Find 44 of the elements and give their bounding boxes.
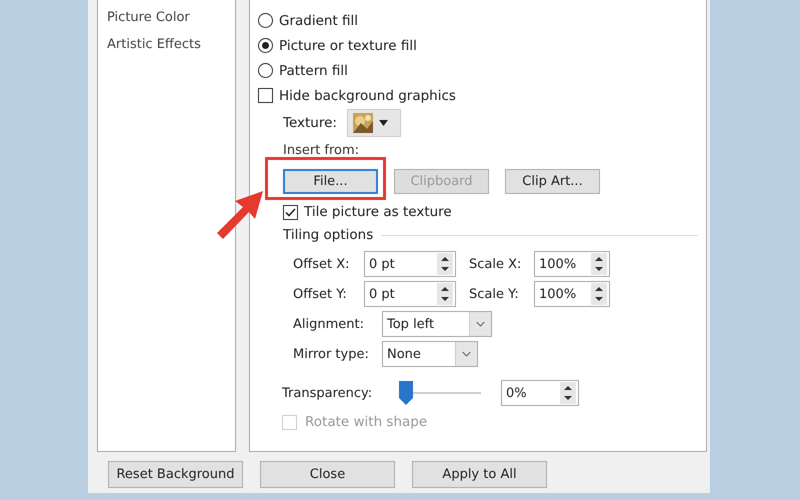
dropdown[interactable]: None bbox=[382, 341, 478, 367]
spinner-arrows-icon[interactable] bbox=[560, 382, 576, 404]
number-spinner[interactable]: 100% bbox=[534, 281, 610, 307]
option-label: Gradient fill bbox=[279, 12, 358, 28]
texture-picker[interactable] bbox=[346, 109, 401, 137]
number-spinner[interactable]: 0 pt bbox=[364, 281, 456, 307]
slider-thumb[interactable] bbox=[399, 381, 413, 405]
check-icon bbox=[285, 208, 296, 216]
spinner-arrows-icon[interactable] bbox=[591, 283, 607, 305]
insert-button[interactable]: Clip Art... bbox=[505, 169, 600, 194]
option-label: Picture or texture fill bbox=[279, 38, 417, 54]
spinner-arrows-icon[interactable] bbox=[437, 283, 453, 305]
option-label: Tile picture as texture bbox=[304, 204, 452, 220]
field-label: Scale Y: bbox=[469, 286, 520, 304]
option-label: Hide background graphics bbox=[279, 88, 456, 104]
field-label: Offset Y: bbox=[293, 286, 348, 304]
insert-from-label: Insert from: bbox=[283, 143, 360, 160]
option-label: Pattern fill bbox=[279, 62, 348, 78]
dropdown-arrow-icon bbox=[378, 120, 388, 126]
field-label: Alignment: bbox=[293, 316, 365, 334]
radio-button[interactable] bbox=[258, 13, 273, 28]
field-label: Offset X: bbox=[293, 256, 350, 274]
number-spinner[interactable]: 100% bbox=[534, 251, 610, 277]
category-item[interactable]: Picture Color bbox=[107, 10, 235, 25]
checkbox[interactable] bbox=[283, 204, 298, 220]
dialog-button[interactable]: Close bbox=[260, 461, 395, 488]
field-label: Mirror type: bbox=[293, 346, 370, 364]
dialog-button[interactable]: Apply to All bbox=[412, 461, 547, 488]
checkbox[interactable] bbox=[258, 88, 273, 103]
insert-button[interactable]: File... bbox=[283, 169, 378, 194]
spinner-arrows-icon[interactable] bbox=[437, 253, 453, 275]
radio-button[interactable] bbox=[258, 63, 273, 78]
dropdown[interactable]: Top left bbox=[382, 311, 492, 337]
dialog-button[interactable]: Reset Background bbox=[108, 461, 243, 488]
field-label: Scale X: bbox=[469, 256, 522, 274]
option-label: Rotate with shape bbox=[305, 414, 428, 430]
spinner-arrows-icon[interactable] bbox=[591, 253, 607, 275]
radio-button[interactable] bbox=[258, 38, 273, 53]
number-spinner[interactable]: 0% bbox=[501, 380, 579, 406]
number-spinner[interactable]: 0 pt bbox=[364, 251, 456, 277]
group-title: Tiling options bbox=[283, 227, 374, 243]
field-label: Transparency: bbox=[282, 386, 374, 400]
texture-label: Texture: bbox=[283, 115, 337, 131]
category-item[interactable]: Artistic Effects bbox=[107, 37, 235, 52]
